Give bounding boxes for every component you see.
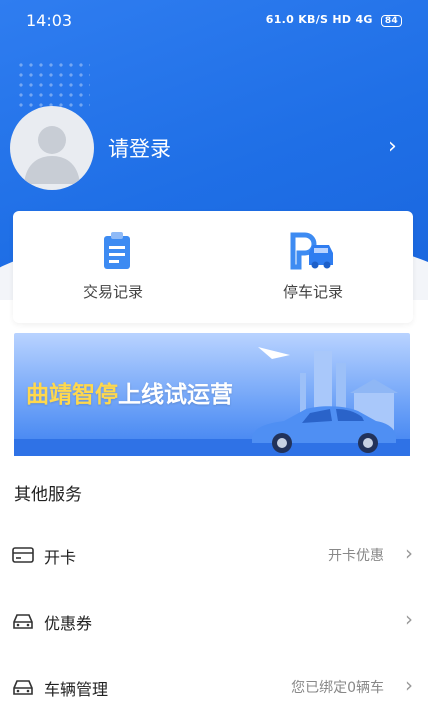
card-icon xyxy=(12,547,34,563)
avatar[interactable] xyxy=(10,106,94,190)
chevron-right-icon[interactable]: › xyxy=(388,134,397,159)
vehicle-management-label: 车辆管理 xyxy=(44,680,109,699)
vehicle-management-row[interactable]: 车辆管理 您已绑定0辆车 › xyxy=(0,662,428,710)
section-title: 其他服务 xyxy=(14,485,82,505)
parking-records-button[interactable]: 停车记录 xyxy=(213,211,413,323)
transaction-records-label: 交易记录 xyxy=(82,283,143,301)
banner-title-rest: 上线试运营 xyxy=(118,382,233,408)
car-coupon-icon xyxy=(13,614,33,629)
status-time: 14:03 xyxy=(26,11,73,30)
vehicle-count-value: 您已绑定0辆车 xyxy=(291,680,384,696)
coupon-label: 优惠券 xyxy=(44,614,93,633)
chevron-right-icon: › xyxy=(405,673,413,697)
car-icon xyxy=(13,680,33,695)
transaction-records-button[interactable]: 交易记录 xyxy=(13,211,213,323)
battery-icon: 84 xyxy=(380,15,402,27)
promo-banner[interactable]: 曲靖智停上线试运营 xyxy=(14,333,410,457)
login-link[interactable]: 请登录 xyxy=(108,133,171,163)
parking-records-label: 停车记录 xyxy=(282,283,343,301)
car-illustration xyxy=(252,406,396,453)
network-indicator: 61.0 KB/S HD 4G xyxy=(265,13,373,26)
status-icons: 61.0 KB/S HD 4G 84 xyxy=(266,13,402,27)
quick-actions-card: 交易记录 停车记录 xyxy=(13,211,413,323)
clipboard-icon xyxy=(104,232,130,269)
banner-title-highlight: 曲靖智停 xyxy=(26,382,118,408)
chevron-right-icon: › xyxy=(405,607,413,631)
coupon-row[interactable]: 优惠券 › xyxy=(0,596,428,644)
user-silhouette-icon xyxy=(24,126,80,184)
open-card-row[interactable]: 开卡 开卡优惠 › xyxy=(0,530,428,578)
dot-pattern xyxy=(16,60,90,112)
parking-car-icon xyxy=(290,232,333,270)
open-card-value: 开卡优惠 xyxy=(328,548,384,564)
chevron-right-icon: › xyxy=(405,541,413,565)
banner-title: 曲靖智停上线试运营 xyxy=(26,375,233,409)
status-bar: 14:03 61.0 KB/S HD 4G 84 xyxy=(0,0,428,40)
open-card-label: 开卡 xyxy=(44,548,77,567)
